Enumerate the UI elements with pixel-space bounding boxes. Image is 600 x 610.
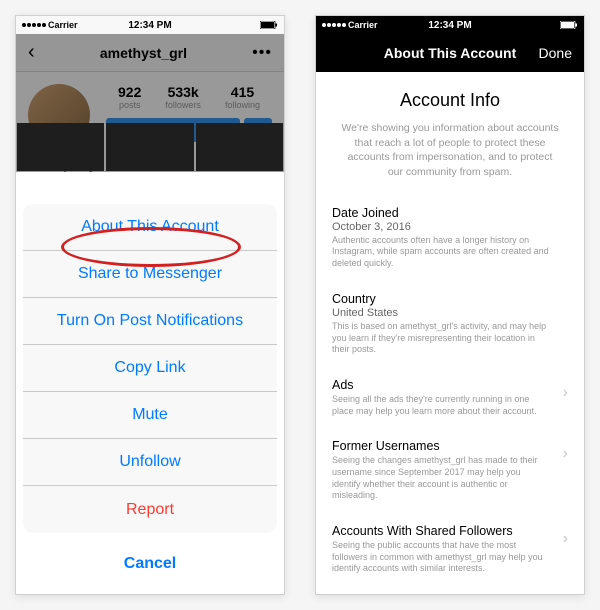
country-value: United States: [332, 307, 568, 319]
country-label: Country: [332, 292, 568, 306]
battery-icon: [260, 21, 278, 29]
carrier-label: Carrier: [48, 20, 78, 30]
carrier-label: Carrier: [348, 20, 378, 30]
country-hint: This is based on amethyst_grl's activity…: [332, 321, 568, 356]
ads-hint: Seeing all the ads they're currently run…: [332, 394, 568, 417]
info-ads[interactable]: Ads Seeing all the ads they're currently…: [332, 378, 568, 417]
account-info-heading: Account Info: [332, 90, 568, 111]
date-joined-value: October 3, 2016: [332, 221, 568, 233]
date-joined-hint: Authentic accounts often have a longer h…: [332, 235, 568, 270]
profile-background: ‹ amethyst_grl ••• 922posts 533kfollower…: [16, 34, 284, 172]
date-joined-label: Date Joined: [332, 206, 568, 220]
chevron-right-icon: ›: [563, 445, 568, 463]
status-time: 12:34 PM: [428, 20, 471, 31]
action-sheet: About This Account Share to Messenger Tu…: [16, 197, 284, 594]
sheet-item-unfollow[interactable]: Unfollow: [23, 439, 277, 486]
sheet-item-report[interactable]: Report: [23, 486, 277, 533]
sheet-item-copy[interactable]: Copy Link: [23, 345, 277, 392]
info-date-joined: Date Joined October 3, 2016 Authentic ac…: [332, 206, 568, 270]
sheet-item-notifications[interactable]: Turn On Post Notifications: [23, 298, 277, 345]
ads-label: Ads: [332, 378, 568, 392]
phone-right: Carrier 12:34 PM About This Account Done…: [315, 15, 585, 595]
phone-left: Carrier 12:34 PM ‹ amethyst_grl ••• 922p…: [15, 15, 285, 595]
battery-icon: [560, 21, 578, 29]
shared-followers-hint: Seeing the public accounts that have the…: [332, 540, 568, 575]
sheet-item-share[interactable]: Share to Messenger: [23, 251, 277, 298]
sheet-item-about[interactable]: About This Account: [23, 204, 277, 251]
status-bar: Carrier 12:34 PM: [316, 16, 584, 34]
info-country: Country United States This is based on a…: [332, 292, 568, 356]
modal-overlay[interactable]: [16, 34, 284, 172]
chevron-right-icon: ›: [563, 530, 568, 548]
signal-icon: [22, 23, 46, 27]
status-time: 12:34 PM: [128, 20, 171, 31]
former-usernames-label: Former Usernames: [332, 439, 568, 453]
chevron-right-icon: ›: [563, 384, 568, 402]
account-info-description: We're showing you information about acco…: [332, 121, 568, 180]
info-shared-followers[interactable]: Accounts With Shared Followers Seeing th…: [332, 524, 568, 575]
about-header: About This Account Done: [316, 34, 584, 72]
done-button[interactable]: Done: [539, 45, 572, 61]
signal-icon: [322, 23, 346, 27]
shared-followers-label: Accounts With Shared Followers: [332, 524, 568, 538]
former-usernames-hint: Seeing the changes amethyst_grl has made…: [332, 455, 568, 502]
status-bar: Carrier 12:34 PM: [16, 16, 284, 34]
about-body: Account Info We're showing you informati…: [316, 72, 584, 595]
sheet-cancel-button[interactable]: Cancel: [23, 540, 277, 587]
sheet-item-mute[interactable]: Mute: [23, 392, 277, 439]
about-header-title: About This Account: [384, 45, 516, 61]
info-former-usernames[interactable]: Former Usernames Seeing the changes amet…: [332, 439, 568, 502]
